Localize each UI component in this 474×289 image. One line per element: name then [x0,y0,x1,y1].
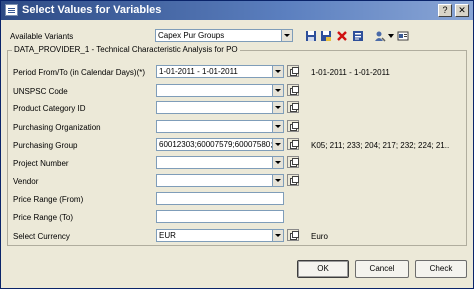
purchasing-org-input[interactable] [156,120,284,133]
chevron-down-icon[interactable] [272,102,283,113]
variants-value: Capex Pur Groups [158,31,225,40]
window-title: Select Values for Variables [22,4,162,16]
chevron-down-icon[interactable] [272,66,283,77]
delete-icon[interactable] [336,30,348,42]
multiple-selection-icon[interactable] [287,65,299,77]
variable-label-currency: Select Currency [13,232,70,241]
chevron-down-icon[interactable] [272,175,283,186]
currency-input[interactable]: EUR [156,229,284,242]
chevron-down-icon[interactable] [272,139,283,150]
variable-label-project-number: Project Number [13,159,69,168]
multiple-selection-icon[interactable] [287,84,299,96]
dropdown-arrow-icon[interactable] [388,34,394,38]
variable-label-purchasing-org: Purchasing Organization [13,123,101,132]
info-icon[interactable] [352,30,364,42]
chevron-down-icon[interactable] [272,230,283,241]
unspsc-input[interactable] [156,84,284,97]
multiple-selection-icon[interactable] [287,229,299,241]
price-to-input[interactable] [156,210,284,223]
variants-label: Available Variants [10,32,74,41]
period-selection-text: 1-01-2011 - 1-01-2011 [311,68,390,77]
project-number-input[interactable] [156,156,284,169]
window-app-icon [5,4,18,16]
period-value: 1-01-2011 - 1-01-2011 [159,67,238,76]
purchasing-group-value: 60012303;60007579;60007580; [159,140,273,149]
select-values-dialog: Select Values for Variables ? ✕ Availabl… [0,0,474,289]
variable-label-purchasing-group: Purchasing Group [13,141,78,150]
chevron-down-icon[interactable] [272,85,283,96]
variants-dropdown[interactable]: Capex Pur Groups [155,29,293,42]
close-button[interactable]: ✕ [455,4,469,17]
vendor-input[interactable] [156,174,284,187]
variable-label-vendor: Vendor [13,177,39,186]
multiple-selection-icon[interactable] [287,101,299,113]
variable-label-price-to: Price Range (To) [13,213,74,222]
save-as-icon[interactable] [320,30,332,42]
multiple-selection-icon[interactable] [287,138,299,150]
save-icon[interactable] [305,30,317,42]
purchasing-group-selection-text: K05; 211; 233; 204; 217; 232; 224; 21.. [311,141,450,150]
variable-label-period: Period From/To (in Calendar Days)(*) [13,68,146,77]
multiple-selection-icon[interactable] [287,120,299,132]
chevron-down-icon[interactable] [281,30,292,41]
variable-label-product-category: Product Category ID [13,104,86,113]
group-title: DATA_PROVIDER_1 - Technical Characterist… [12,45,240,55]
settings-icon[interactable] [397,30,409,42]
check-button[interactable]: Check [415,260,467,278]
help-button[interactable]: ? [438,4,452,17]
multiple-selection-icon[interactable] [287,174,299,186]
currency-value: EUR [159,231,176,240]
title-bar: Select Values for Variables ? ✕ [1,1,473,20]
chevron-down-icon[interactable] [272,121,283,132]
cancel-button[interactable]: Cancel [355,260,409,278]
chevron-down-icon[interactable] [272,157,283,168]
personalize-icon[interactable] [374,30,386,42]
price-from-input[interactable] [156,192,284,205]
variable-label-price-from: Price Range (From) [13,195,84,204]
currency-selection-text: Euro [311,232,328,241]
variable-label-unspsc: UNSPSC Code [13,87,68,96]
product-category-input[interactable] [156,101,284,114]
multiple-selection-icon[interactable] [287,156,299,168]
ok-button[interactable]: OK [297,260,349,278]
period-input[interactable]: 1-01-2011 - 1-01-2011 [156,65,284,78]
purchasing-group-input[interactable]: 60012303;60007579;60007580; [156,138,284,151]
